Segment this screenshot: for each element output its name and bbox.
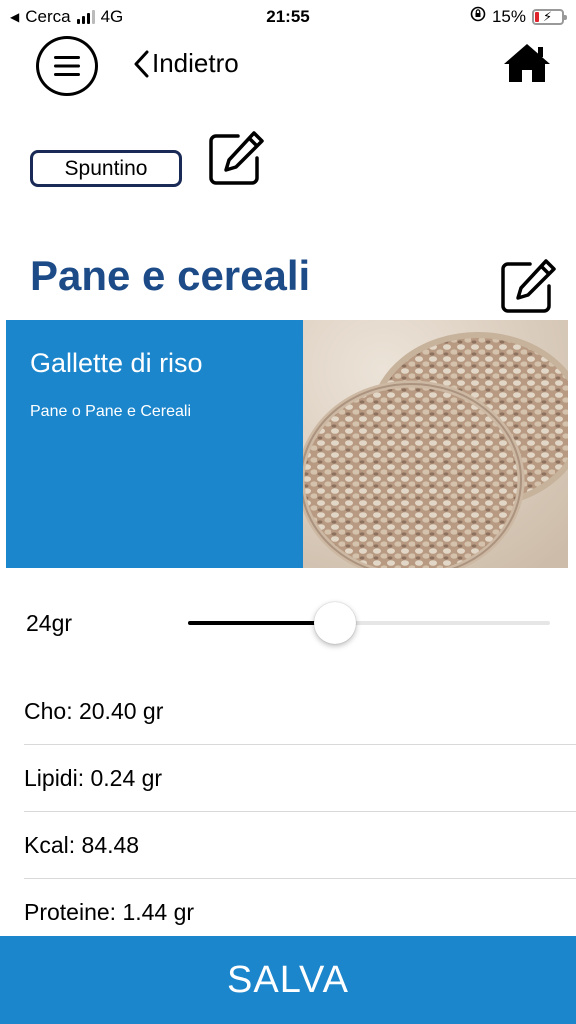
- nutrition-lipidi: Lipidi: 0.24 gr: [24, 745, 576, 812]
- status-bar: ◀ Cerca 4G 21:55 15% ⚡: [0, 0, 576, 34]
- network-label: 4G: [100, 7, 124, 26]
- battery-percent: 15%: [491, 6, 526, 26]
- home-button[interactable]: [502, 42, 552, 84]
- nutrition-kcal: Kcal: 84.48: [24, 812, 576, 879]
- food-info: Gallette di riso Pane o Pane e Cereali: [6, 320, 303, 568]
- page-title: Pane e cereali: [30, 252, 311, 299]
- slider-thumb[interactable]: [313, 602, 356, 644]
- quantity-label: 24gr: [26, 610, 73, 636]
- back-to-app-icon[interactable]: ◀: [10, 10, 19, 24]
- slider-progress: [188, 621, 335, 625]
- hamburger-icon: [54, 56, 80, 76]
- edit-icon: [501, 259, 556, 313]
- food-name: Gallette di riso: [30, 348, 203, 378]
- signal-icon: [76, 10, 95, 24]
- food-category: Pane o Pane e Cereali: [30, 403, 191, 420]
- nutrition-list: Cho: 20.40 gr Lipidi: 0.24 gr Kcal: 84.4…: [24, 678, 576, 946]
- status-right: 15% ⚡: [470, 6, 567, 27]
- edit-icon: [209, 131, 264, 185]
- meal-category-badge[interactable]: Spuntino: [30, 150, 182, 187]
- back-button[interactable]: Indietro: [132, 48, 239, 79]
- food-photo: [303, 320, 568, 568]
- status-left: ◀ Cerca 4G: [10, 7, 123, 27]
- home-icon: [504, 44, 550, 82]
- battery-icon: ⚡: [532, 8, 567, 25]
- save-button[interactable]: SALVA: [0, 936, 576, 1024]
- food-card[interactable]: Gallette di riso Pane o Pane e Cereali: [6, 320, 568, 568]
- nutrition-cho: Cho: 20.40 gr: [24, 678, 576, 745]
- menu-button[interactable]: [36, 36, 98, 96]
- quantity-slider[interactable]: [188, 602, 550, 644]
- edit-food-group-button[interactable]: [500, 258, 558, 319]
- back-to-app-label[interactable]: Cerca: [25, 7, 70, 27]
- edit-meal-button[interactable]: [208, 130, 266, 191]
- chevron-left-icon: [134, 50, 149, 77]
- rotation-lock-icon: [470, 6, 486, 27]
- back-label: Indietro: [152, 48, 239, 78]
